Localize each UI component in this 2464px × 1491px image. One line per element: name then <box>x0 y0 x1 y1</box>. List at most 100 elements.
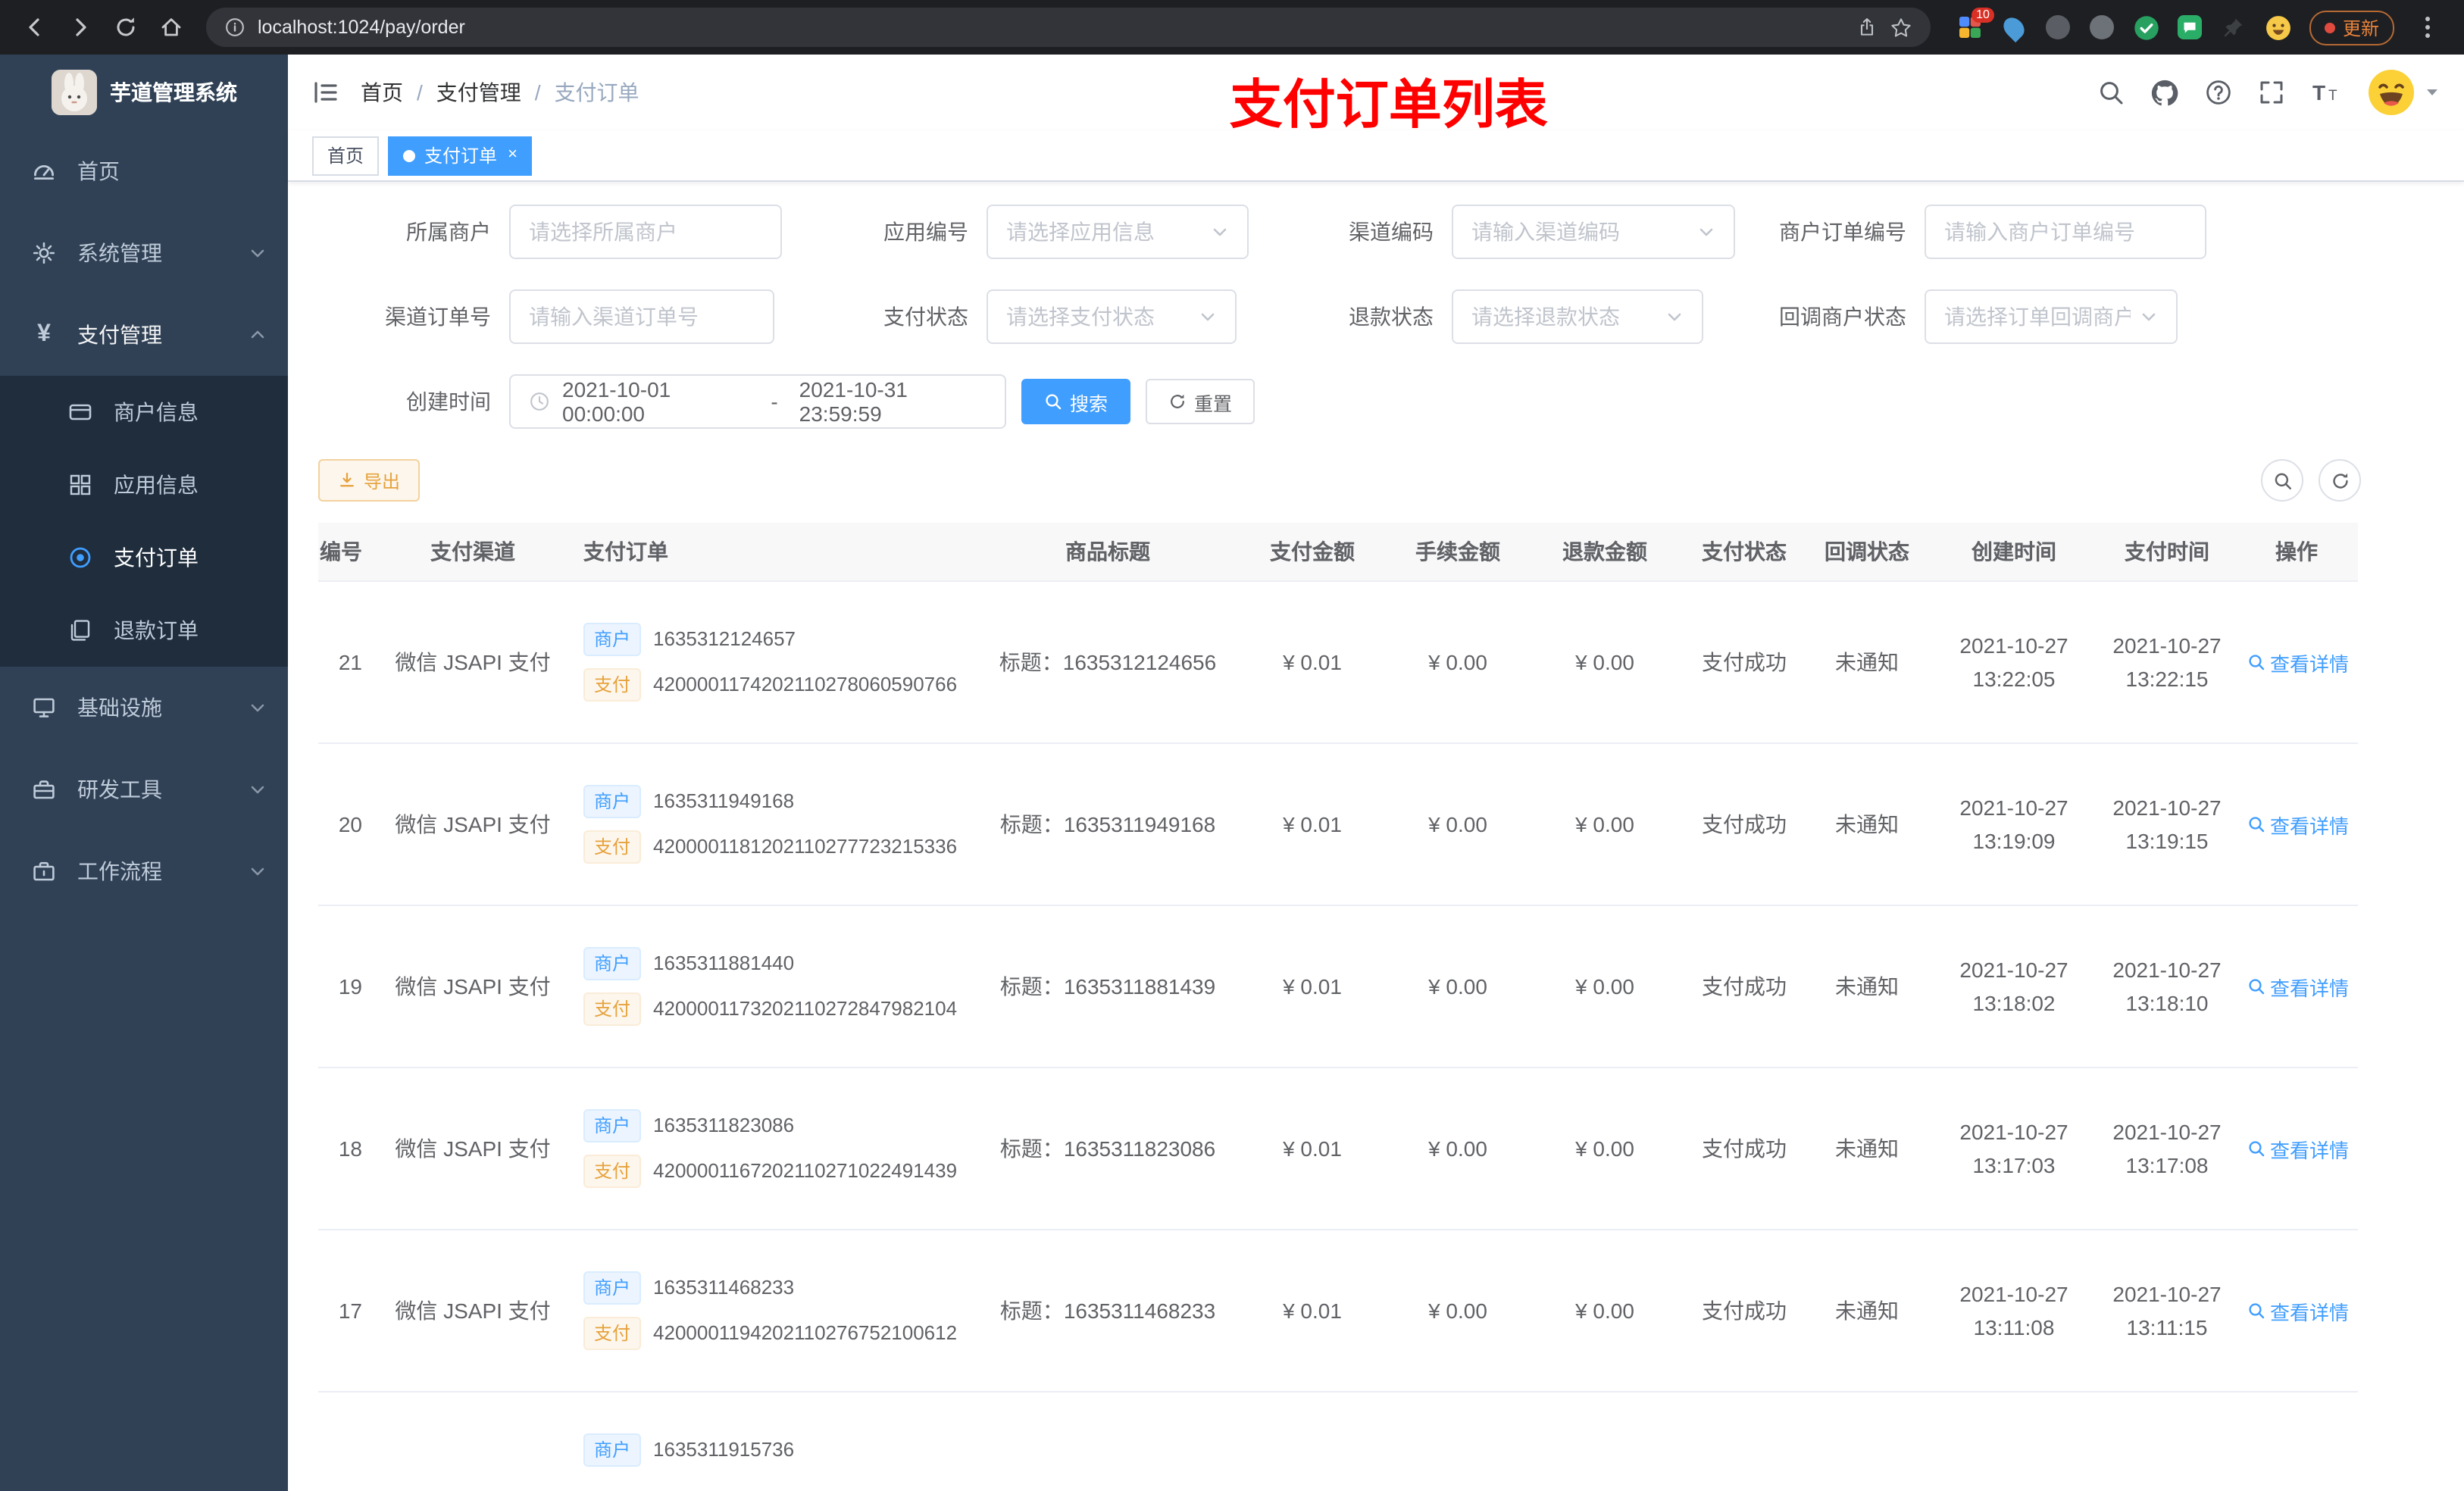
fullscreen-icon[interactable] <box>2258 79 2285 106</box>
pay-status-label: 支付状态 <box>883 305 968 329</box>
extension-icon[interactable]: 10 <box>1958 7 1994 40</box>
browser-forward-icon[interactable] <box>61 8 100 47</box>
table-row[interactable]: 18 微信 JSAPI 支付 商户 1635311823086 支付 4200001… <box>318 1067 2358 1230</box>
address-bar[interactable]: localhost:1024/pay/order <box>206 8 1931 47</box>
url-text[interactable]: localhost:1024/pay/order <box>258 17 1844 38</box>
cell-status: 支付成功 <box>1684 1230 1805 1393</box>
breadcrumb-home[interactable]: 首页 <box>361 77 403 108</box>
cell-order: 商户 1635311949168 支付 4200001181202110277723… <box>571 743 980 906</box>
channel-code-select[interactable]: 请输入渠道编码 <box>1452 205 1735 259</box>
sidebar-toggle-icon[interactable] <box>312 79 339 106</box>
toggle-search-button[interactable] <box>2261 459 2303 502</box>
reset-button[interactable]: 重置 <box>1146 379 1255 424</box>
table-row[interactable]: 21 微信 JSAPI 支付 商户 1635312124657 支付 4200001… <box>318 581 2358 744</box>
table-row[interactable]: 17 微信 JSAPI 支付 商户 1635311468233 支付 4200001… <box>318 1230 2358 1393</box>
chevron-down-icon <box>2140 308 2158 326</box>
view-detail-link[interactable]: 查看详情 <box>2247 810 2349 839</box>
view-detail-link[interactable]: 查看详情 <box>2247 1134 2349 1163</box>
chat-extension-icon[interactable] <box>2178 14 2203 40</box>
cell-id: 19 <box>318 905 374 1068</box>
sidebar-item-system[interactable]: 系统管理 <box>0 212 288 294</box>
create-time-range-input[interactable]: 2021-10-01 00:00:00 - 2021-10-31 23:59:5… <box>509 374 1006 429</box>
merchant-tag: 商户 <box>583 1271 642 1305</box>
browser-reload-icon[interactable] <box>106 8 145 47</box>
help-icon[interactable] <box>2205 79 2232 106</box>
col-amount: 支付金额 <box>1235 523 1390 582</box>
drop-extension-icon[interactable] <box>2000 12 2030 42</box>
cell-notify: 未通知 <box>1805 743 1929 906</box>
view-detail-link[interactable]: 查看详情 <box>2247 972 2349 1001</box>
github-icon[interactable] <box>2150 78 2179 107</box>
active-tab-dot <box>403 149 416 161</box>
table-row[interactable]: 20 微信 JSAPI 支付 商户 1635311949168 支付 4200001… <box>318 743 2358 906</box>
merchant-input[interactable] <box>509 205 782 259</box>
sidebar-item-pay-order[interactable]: 支付订单 <box>0 521 288 594</box>
export-button[interactable]: 导出 <box>318 459 421 502</box>
cell-pay-time: 2021-10-27 13:18:10 <box>2099 905 2235 1068</box>
font-size-icon[interactable]: TT <box>2311 79 2341 106</box>
briefcase-icon <box>30 858 58 885</box>
tab-pay-order[interactable]: 支付订单 × <box>388 136 533 175</box>
date-end[interactable]: 2021-10-31 23:59:59 <box>799 377 987 426</box>
tab-home[interactable]: 首页 <box>312 136 380 175</box>
sidebar-item-workflow[interactable]: 工作流程 <box>0 830 288 912</box>
pay-status-select[interactable]: 请选择支付状态 <box>987 289 1237 344</box>
merchant-order-no-label: 商户订单编号 <box>1779 220 1906 244</box>
sidebar-item-app-info[interactable]: 应用信息 <box>0 449 288 521</box>
site-info-icon[interactable] <box>224 17 245 38</box>
merchant-order-no-input[interactable] <box>1925 205 2206 259</box>
cell-id: 21 <box>318 581 374 744</box>
extension-green-icon[interactable] <box>2134 14 2159 40</box>
bookmark-star-icon[interactable] <box>1890 16 1912 39</box>
sidebar-item-refund-order[interactable]: 退款订单 <box>0 594 288 667</box>
top-navbar: 首页 / 支付管理 / 支付订单 支付订单列表 T T <box>288 55 2464 135</box>
notify-status-select[interactable]: 请选择订单回调商户状态 <box>1925 289 2178 344</box>
sidebar-item-infra[interactable]: 基础设施 <box>0 667 288 749</box>
breadcrumb-pay[interactable]: 支付管理 <box>436 77 521 108</box>
gear-icon <box>30 239 58 267</box>
browser-back-icon[interactable] <box>15 8 55 47</box>
cell-refund: ¥ 0.00 <box>1526 743 1684 906</box>
table-row[interactable]: 19 微信 JSAPI 支付 商户 1635311881440 支付 4200001… <box>318 905 2358 1068</box>
chevron-down-icon <box>1199 308 1217 326</box>
cell-fee: ¥ 0.00 <box>1390 1067 1526 1230</box>
user-avatar[interactable] <box>2367 68 2416 117</box>
extensions-area: 10 更新 <box>1946 7 2449 45</box>
chevron-down-icon <box>249 862 267 880</box>
browser-update-button[interactable]: 更新 <box>2309 10 2394 45</box>
cell-channel <box>374 1392 571 1491</box>
user-menu[interactable] <box>2367 68 2440 117</box>
app-no-select[interactable]: 请选择应用信息 <box>987 205 1249 259</box>
toolbox-icon <box>30 776 58 803</box>
refund-status-select[interactable]: 请选择退款状态 <box>1452 289 1703 344</box>
sidebar-item-home[interactable]: 首页 <box>0 130 288 212</box>
refresh-table-button[interactable] <box>2319 459 2361 502</box>
browser-menu-icon[interactable] <box>2412 15 2437 39</box>
search-button[interactable]: 搜索 <box>1021 379 1131 424</box>
date-start[interactable]: 2021-10-01 00:00:00 <box>562 377 749 426</box>
avatar-extension-icon[interactable] <box>2265 14 2291 40</box>
col-status: 支付状态 <box>1684 523 1805 582</box>
cell-amount: ¥ 0.01 <box>1235 905 1390 1068</box>
extension-dark-icon[interactable] <box>2046 14 2072 40</box>
cell-fee: ¥ 0.00 <box>1390 743 1526 906</box>
sidebar-item-pay[interactable]: ¥ 支付管理 <box>0 294 288 376</box>
close-tab-icon[interactable]: × <box>508 146 518 164</box>
col-title: 商品标题 <box>980 523 1235 582</box>
search-icon[interactable] <box>2097 79 2125 106</box>
screen: localhost:1024/pay/order 10 更新 芋道管理系统 首页… <box>0 0 2464 1491</box>
table-row-partial[interactable]: 商户 1635311915736 <box>318 1392 2358 1491</box>
extension-dark2-icon[interactable] <box>2090 14 2115 40</box>
view-detail-link[interactable]: 查看详情 <box>2247 1296 2349 1325</box>
cell-action: 查看详情 <box>2235 743 2358 906</box>
view-detail-link[interactable]: 查看详情 <box>2247 648 2349 677</box>
channel-order-no-input[interactable] <box>509 289 774 344</box>
cell-order: 商户 1635311823086 支付 4200001167202110271022… <box>571 1067 980 1230</box>
merchant-tag: 商户 <box>583 623 642 656</box>
browser-home-icon[interactable] <box>152 8 191 47</box>
share-icon[interactable] <box>1856 17 1878 38</box>
sidebar-item-devtools[interactable]: 研发工具 <box>0 749 288 830</box>
pin-extension-icon[interactable] <box>2222 14 2247 40</box>
sidebar-item-merchant-info[interactable]: 商户信息 <box>0 376 288 449</box>
app-logo[interactable]: 芋道管理系统 <box>0 55 288 130</box>
